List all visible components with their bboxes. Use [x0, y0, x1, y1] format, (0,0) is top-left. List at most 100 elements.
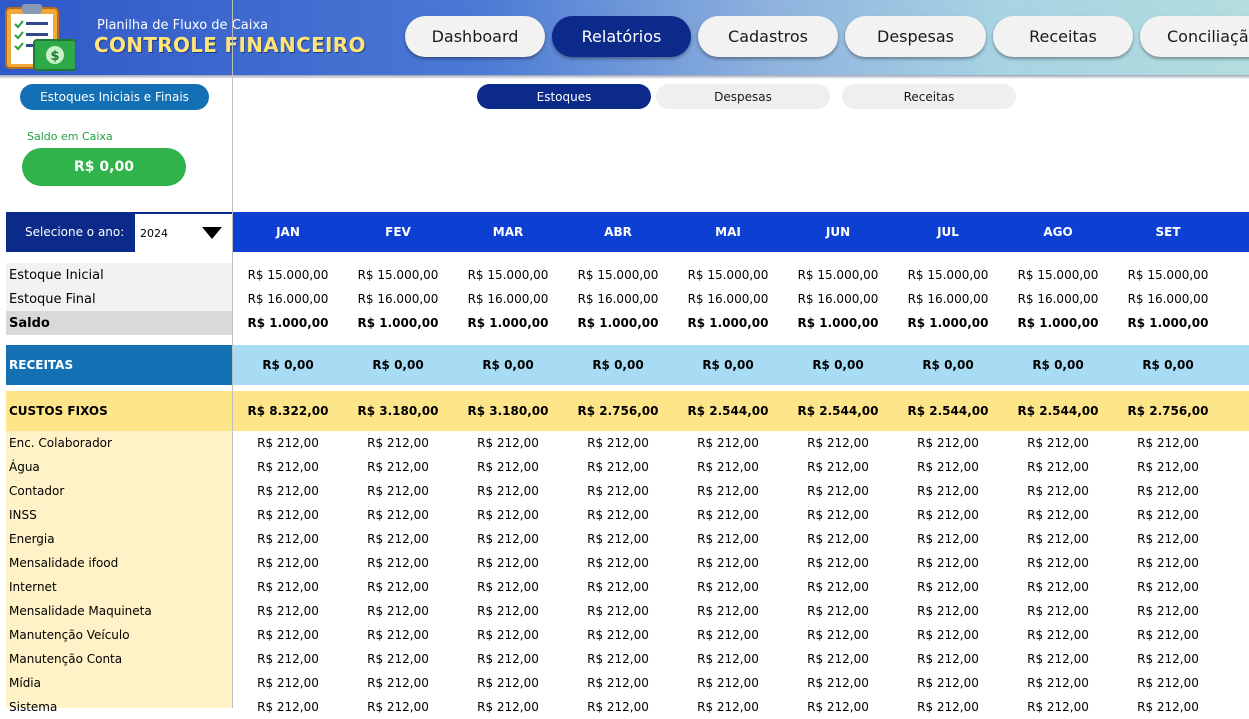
- custo-item-cell: R$ 212,00: [257, 484, 319, 498]
- custo-item-cell: R$ 212,00: [257, 436, 319, 450]
- custo-item-cell: R$ 212,00: [1137, 604, 1199, 618]
- custo-item-cell: R$ 212,00: [1027, 700, 1089, 714]
- estoque-inicial-cell: R$ 15.000,00: [1127, 268, 1209, 282]
- custo-item-cell: R$ 212,00: [477, 532, 539, 546]
- custo-item-cell: R$ 212,00: [1137, 652, 1199, 666]
- custo-item-cell: R$ 212,00: [917, 532, 979, 546]
- receitas-cell: R$ 0,00: [1142, 358, 1194, 372]
- custo-item-cell: R$ 212,00: [917, 508, 979, 522]
- custo-item-cell: R$ 212,00: [477, 460, 539, 474]
- custo-item-cell: R$ 212,00: [587, 556, 649, 570]
- year-selector: Selecione o ano: 2024: [6, 212, 232, 252]
- nav-conciliacao-button[interactable]: Conciliação: [1140, 16, 1249, 57]
- custo-item-cell: R$ 212,00: [367, 628, 429, 642]
- custo-item-cell: R$ 212,00: [587, 532, 649, 546]
- saldo-cell: R$ 1.000,00: [577, 316, 659, 330]
- custo-item-cell: R$ 212,00: [367, 484, 429, 498]
- custo-item-cell: R$ 212,00: [807, 508, 869, 522]
- custos-fixos-cell: R$ 2.544,00: [907, 404, 989, 418]
- custo-item-label: Internet: [9, 580, 57, 594]
- estoque-inicial-cell: R$ 15.000,00: [687, 268, 769, 282]
- subtab-receitas[interactable]: Receitas: [842, 84, 1016, 109]
- header-shadow: [0, 75, 1249, 79]
- custo-item-cell: R$ 212,00: [367, 460, 429, 474]
- year-dropdown[interactable]: 2024: [135, 214, 232, 252]
- month-header: FEV: [385, 225, 411, 239]
- app-header: $ Planilha de Fluxo de Caixa CONTROLE FI…: [0, 0, 1249, 75]
- month-header: JUN: [825, 225, 851, 239]
- custo-item-cell: R$ 212,00: [807, 532, 869, 546]
- month-header: ABR: [604, 225, 632, 239]
- custos-fixos-cell: R$ 2.544,00: [687, 404, 769, 418]
- estoque-final-cell: R$ 16.000,00: [687, 292, 769, 306]
- month-header: SET: [1155, 225, 1181, 239]
- estoque-inicial-cell: R$ 15.000,00: [577, 268, 659, 282]
- custo-item-cell: R$ 212,00: [807, 484, 869, 498]
- nav-relatorios-button[interactable]: Relatórios: [552, 16, 691, 57]
- custo-item-cell: R$ 212,00: [697, 628, 759, 642]
- custo-item-cell: R$ 212,00: [917, 676, 979, 690]
- saldo-cell: R$ 1.000,00: [1127, 316, 1209, 330]
- receitas-cell: R$ 0,00: [372, 358, 424, 372]
- month-header: MAI: [715, 225, 741, 239]
- custo-item-cell: R$ 212,00: [917, 460, 979, 474]
- nav-cadastros-button[interactable]: Cadastros: [698, 16, 838, 57]
- estoque-final-cell: R$ 16.000,00: [1017, 292, 1099, 306]
- custo-item-cell: R$ 212,00: [697, 676, 759, 690]
- custo-item-cell: R$ 212,00: [1027, 484, 1089, 498]
- estoque-final-label: Estoque Final: [6, 287, 232, 311]
- custo-item-cell: R$ 212,00: [1027, 604, 1089, 618]
- custo-item-label: INSS: [9, 508, 37, 522]
- custo-item-cell: R$ 212,00: [697, 556, 759, 570]
- custo-item-cell: R$ 212,00: [697, 532, 759, 546]
- custo-item-cell: R$ 212,00: [367, 700, 429, 714]
- custo-item-cell: R$ 212,00: [807, 580, 869, 594]
- custo-item-cell: R$ 212,00: [477, 676, 539, 690]
- custos-fixos-cell: R$ 2.544,00: [1017, 404, 1099, 418]
- nav-despesas-button[interactable]: Despesas: [845, 16, 986, 57]
- custo-item-cell: R$ 212,00: [1137, 676, 1199, 690]
- nav-dashboard-button[interactable]: Dashboard: [405, 16, 545, 57]
- saldo-cell: R$ 1.000,00: [907, 316, 989, 330]
- custo-item-cell: R$ 212,00: [587, 628, 649, 642]
- nav-receitas-button[interactable]: Receitas: [993, 16, 1133, 57]
- custo-item-cell: R$ 212,00: [1027, 652, 1089, 666]
- custo-item-cell: R$ 212,00: [917, 628, 979, 642]
- custos-fixos-cell: R$ 3.180,00: [467, 404, 549, 418]
- custo-item-cell: R$ 212,00: [477, 700, 539, 714]
- subtab-despesas[interactable]: Despesas: [656, 84, 830, 109]
- custo-item-cell: R$ 212,00: [697, 580, 759, 594]
- custo-item-cell: R$ 212,00: [477, 628, 539, 642]
- custo-item-cell: R$ 212,00: [367, 676, 429, 690]
- header-title: CONTROLE FINANCEIRO: [94, 33, 366, 57]
- custo-item-cell: R$ 212,00: [587, 604, 649, 618]
- dropdown-arrow-icon[interactable]: [192, 214, 231, 252]
- custo-item-cell: R$ 212,00: [697, 508, 759, 522]
- custo-item-label: Manutenção Veículo: [9, 628, 130, 642]
- custo-item-cell: R$ 212,00: [1137, 460, 1199, 474]
- custo-item-cell: R$ 212,00: [587, 676, 649, 690]
- month-header: AGO: [1043, 225, 1073, 239]
- custo-item-cell: R$ 212,00: [257, 508, 319, 522]
- saldo-cell: R$ 1.000,00: [247, 316, 329, 330]
- year-label: Selecione o ano:: [25, 225, 125, 239]
- custo-item-cell: R$ 212,00: [917, 556, 979, 570]
- custo-item-cell: R$ 212,00: [587, 436, 649, 450]
- custo-item-label: Manutenção Conta: [9, 652, 123, 666]
- custo-item-cell: R$ 212,00: [1137, 628, 1199, 642]
- saldo-cell: R$ 1.000,00: [1017, 316, 1099, 330]
- custo-item-cell: R$ 212,00: [477, 604, 539, 618]
- custo-item-label: Mensalidade ifood: [9, 556, 119, 570]
- month-header: MAR: [492, 225, 524, 239]
- custo-item-cell: R$ 212,00: [1137, 484, 1199, 498]
- estoques-iniciais-finais-button[interactable]: Estoques Iniciais e Finais: [20, 84, 209, 110]
- custo-item-cell: R$ 212,00: [477, 580, 539, 594]
- saldo-cell: R$ 1.000,00: [467, 316, 549, 330]
- custo-item-cell: R$ 212,00: [697, 460, 759, 474]
- estoque-final-cell: R$ 16.000,00: [907, 292, 989, 306]
- custo-item-cell: R$ 212,00: [807, 676, 869, 690]
- custo-item-cell: R$ 212,00: [477, 508, 539, 522]
- estoque-inicial-cell: R$ 15.000,00: [907, 268, 989, 282]
- custo-item-cell: R$ 212,00: [367, 556, 429, 570]
- subtab-estoques[interactable]: Estoques: [477, 84, 651, 109]
